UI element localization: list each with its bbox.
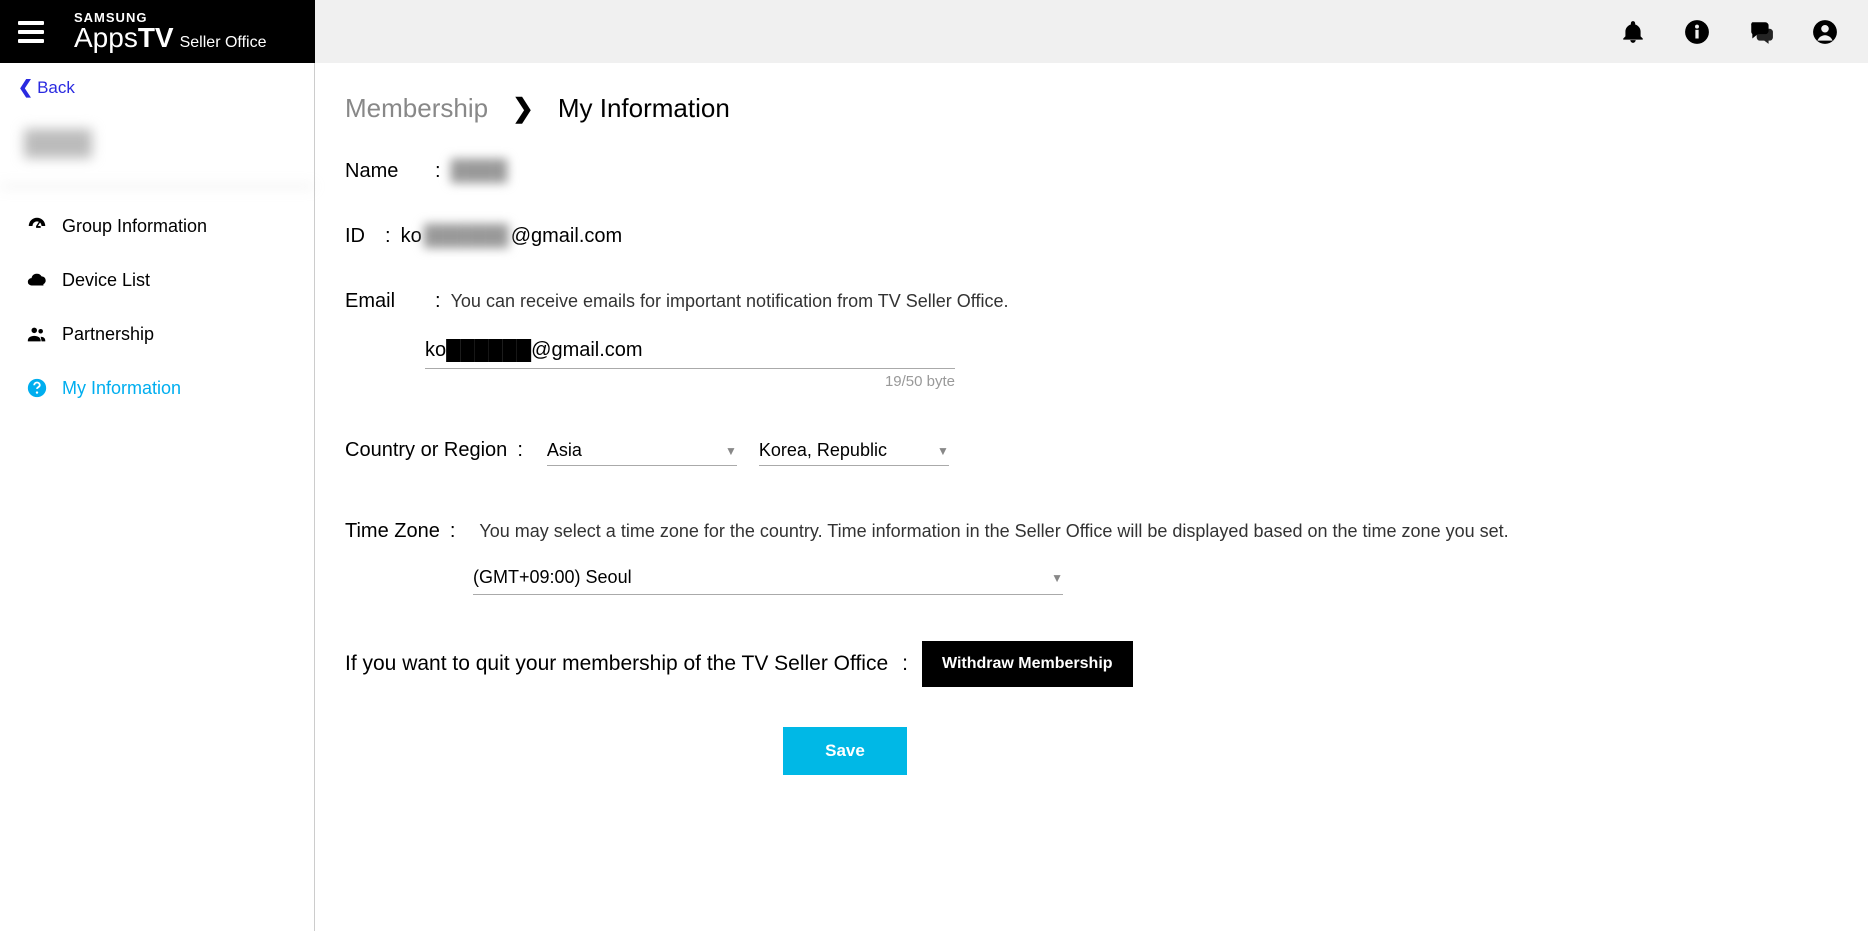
sidebar-item-label: Partnership [62, 324, 154, 345]
chevron-right-icon: ❯ [512, 93, 534, 124]
sidebar-item-label: My Information [62, 378, 181, 399]
logo-apps-text: Apps [74, 24, 138, 52]
region-label: Country or Region [345, 439, 507, 462]
email-input[interactable] [425, 333, 955, 369]
save-button[interactable]: Save [783, 727, 907, 775]
continent-select[interactable]: Asia ▼ [547, 436, 737, 466]
breadcrumb-parent[interactable]: Membership [345, 93, 488, 124]
back-link[interactable]: ❮ Back [0, 63, 314, 112]
continent-value: Asia [547, 440, 582, 461]
sidebar-item-device-list[interactable]: Device List [0, 253, 314, 307]
cloud-icon [26, 269, 48, 291]
withdraw-button[interactable]: Withdraw Membership [922, 641, 1133, 687]
id-label: ID [345, 225, 375, 248]
country-select[interactable]: Korea, Republic ▼ [759, 436, 949, 466]
name-value: ████ [451, 160, 508, 183]
dashboard-icon [26, 215, 48, 237]
sidebar-item-partnership[interactable]: Partnership [0, 307, 314, 361]
caret-down-icon: ▼ [725, 444, 737, 458]
country-value: Korea, Republic [759, 440, 887, 461]
email-byte-counter: 19/50 byte [425, 373, 955, 390]
chat-icon[interactable] [1748, 19, 1774, 45]
back-label: Back [37, 78, 75, 98]
breadcrumb: Membership ❯ My Information [345, 93, 1868, 124]
profile-name: ████ [0, 112, 314, 187]
id-value: ko██████@gmail.com [401, 225, 623, 248]
caret-down-icon: ▼ [937, 444, 949, 458]
withdraw-text: If you want to quit your membership of t… [345, 652, 888, 676]
sidebar-item-label: Group Information [62, 216, 207, 237]
sidebar-item-my-information[interactable]: My Information [0, 361, 314, 415]
email-label: Email [345, 290, 425, 313]
chevron-left-icon: ❮ [18, 77, 33, 98]
timezone-label: Time Zone [345, 520, 440, 543]
logo-seller-text: Seller Office [180, 35, 267, 51]
email-description: You can receive emails for important not… [451, 291, 1009, 312]
app-logo[interactable]: SAMSUNG AppsTV Seller Office [74, 11, 266, 52]
info-icon[interactable] [1684, 19, 1710, 45]
logo-tv-text: TV [138, 24, 174, 52]
bell-icon[interactable] [1620, 19, 1646, 45]
user-icon[interactable] [1812, 19, 1838, 45]
name-label: Name [345, 160, 425, 183]
sidebar-item-group-information[interactable]: Group Information [0, 199, 314, 253]
sidebar-item-label: Device List [62, 270, 150, 291]
timezone-value: (GMT+09:00) Seoul [473, 567, 632, 588]
timezone-select[interactable]: (GMT+09:00) Seoul ▼ [473, 561, 1063, 595]
menu-toggle[interactable] [18, 21, 44, 43]
timezone-description: You may select a time zone for the count… [479, 521, 1868, 542]
breadcrumb-current: My Information [558, 93, 730, 124]
caret-down-icon: ▼ [1051, 571, 1063, 585]
people-icon [26, 323, 48, 345]
help-circle-icon [26, 377, 48, 399]
